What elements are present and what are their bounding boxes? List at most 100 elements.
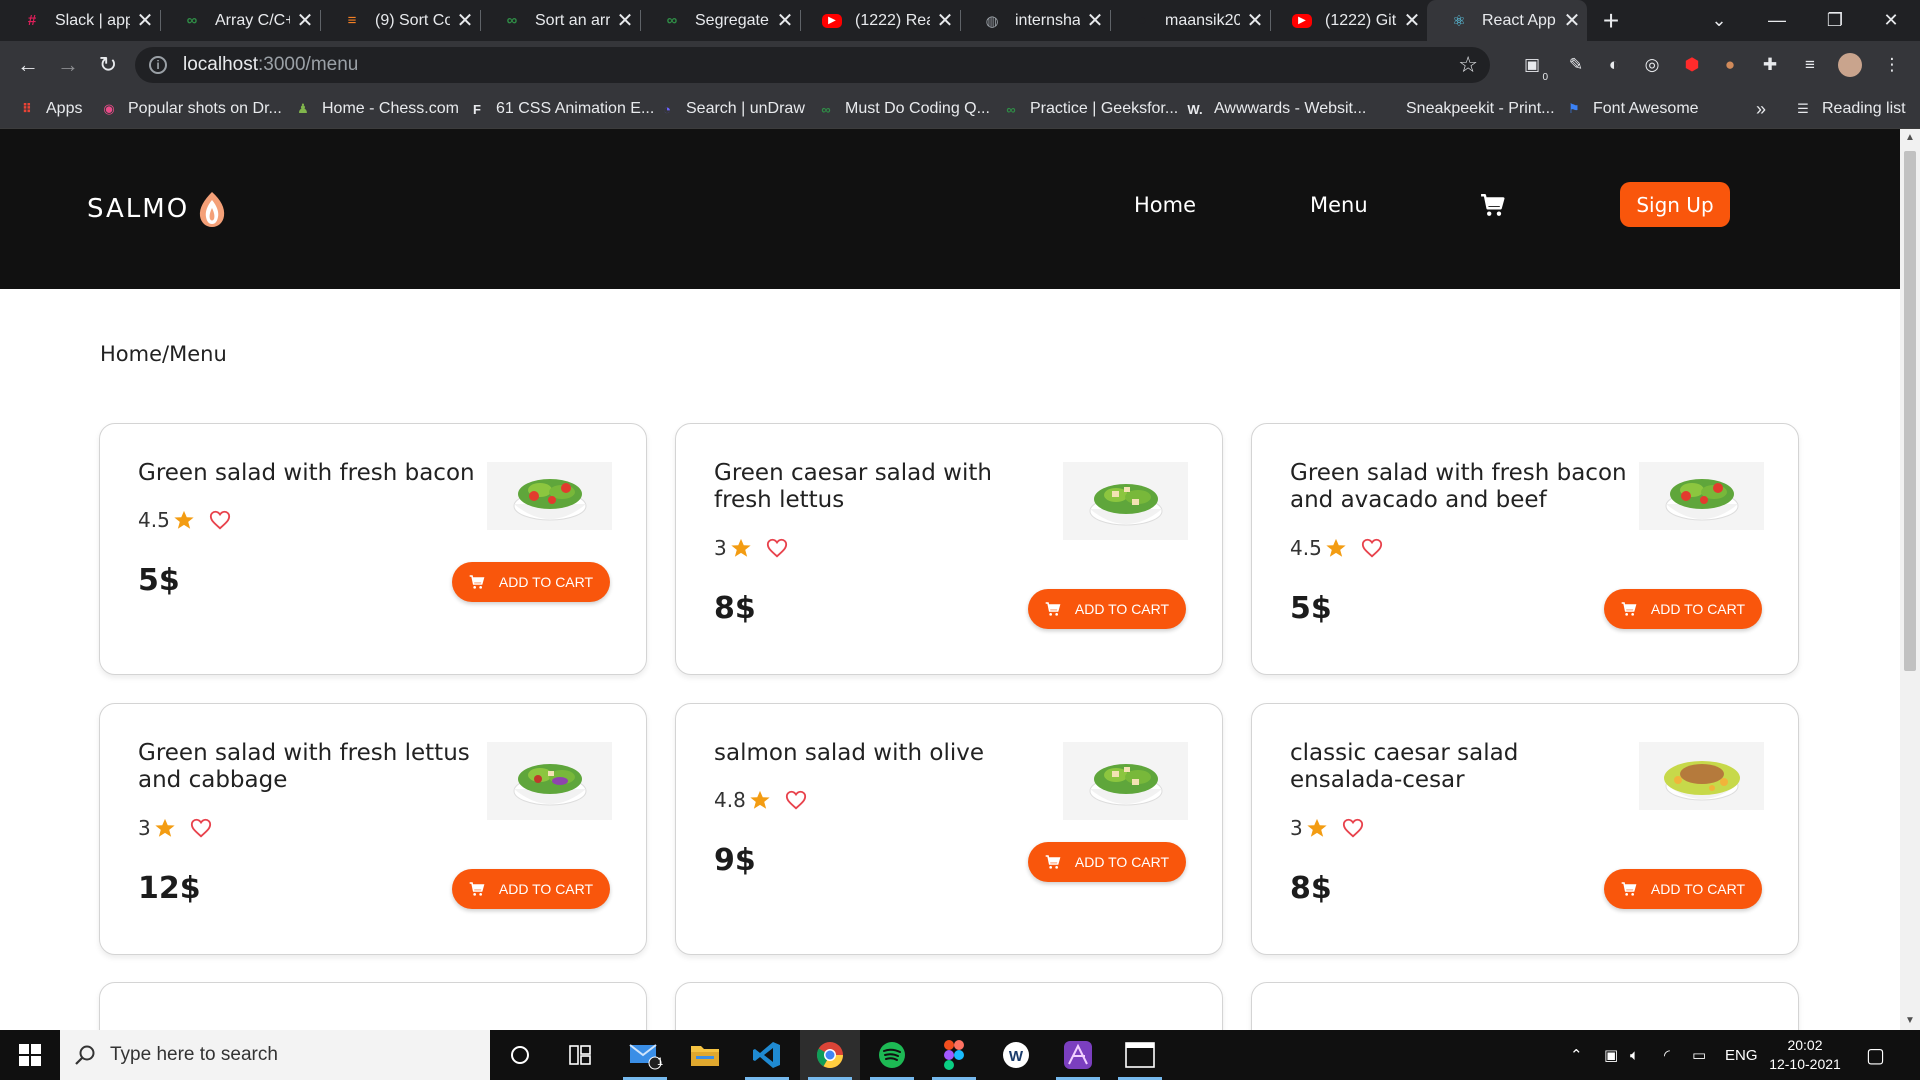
extensions-puzzle-icon[interactable]: ✚ bbox=[1758, 53, 1782, 77]
signup-button[interactable]: Sign Up bbox=[1620, 182, 1730, 227]
tray-overflow-icon[interactable]: ⌃ bbox=[1570, 1030, 1583, 1080]
reading-list-button[interactable]: ☰ Reading list bbox=[1794, 89, 1905, 129]
site-info-icon[interactable]: i bbox=[149, 56, 167, 74]
reload-icon[interactable]: ↻ bbox=[92, 49, 124, 81]
browser-tab[interactable]: ▶ (1222) GitH✕ bbox=[1270, 0, 1427, 41]
chrome-icon[interactable] bbox=[800, 1030, 860, 1080]
add-to-cart-button[interactable]: ADD TO CART bbox=[452, 562, 610, 602]
vscode-icon[interactable] bbox=[737, 1030, 797, 1080]
bookmark-item[interactable]: Sneakpeekit - Print... bbox=[1388, 89, 1555, 129]
browser-tab[interactable]: ≡ (9) Sort Col ✕ bbox=[320, 0, 481, 41]
add-to-cart-button[interactable]: ADD TO CART bbox=[1028, 842, 1186, 882]
bookmark-item[interactable]: ♟ Home - Chess.com bbox=[294, 89, 459, 129]
battery-icon[interactable]: ▭ bbox=[1692, 1030, 1706, 1080]
wifi-icon[interactable]: ◜ bbox=[1664, 1030, 1670, 1080]
close-tab-icon[interactable]: ✕ bbox=[930, 8, 960, 33]
bookmark-item[interactable]: W. Awwwards - Websit... bbox=[1186, 89, 1366, 129]
heart-icon[interactable] bbox=[766, 537, 788, 559]
close-tab-icon[interactable]: ✕ bbox=[1397, 8, 1427, 33]
terminal-icon[interactable] bbox=[1110, 1030, 1170, 1080]
close-tab-icon[interactable]: ✕ bbox=[290, 8, 320, 33]
pen-extension-icon[interactable]: ✎ bbox=[1564, 53, 1588, 77]
page-scrollbar[interactable]: ▲ ▼ bbox=[1900, 129, 1920, 1030]
wps-app-icon[interactable]: W bbox=[986, 1030, 1046, 1080]
close-tab-icon[interactable]: ✕ bbox=[610, 8, 640, 33]
figma-icon[interactable] bbox=[924, 1030, 984, 1080]
address-url[interactable]: localhost:3000/menu bbox=[183, 54, 358, 76]
bookmarks-overflow-icon[interactable]: » bbox=[1756, 89, 1766, 129]
bookmark-item[interactable]: ∞ Practice | Geeksfor... bbox=[1002, 89, 1178, 129]
restore-button[interactable]: ❐ bbox=[1806, 0, 1864, 41]
address-bar[interactable]: i localhost:3000/menu ☆ bbox=[135, 47, 1490, 83]
browser-tab[interactable]: ∞ Array C/C+ ✕ bbox=[160, 0, 321, 41]
file-explorer-icon[interactable] bbox=[675, 1030, 735, 1080]
adblock-extension-icon[interactable]: ⬢ bbox=[1680, 53, 1704, 77]
browser-tab[interactable]: ● maansik200✕ bbox=[1110, 0, 1271, 41]
bookmark-item[interactable]: F 61 CSS Animation E... bbox=[468, 89, 654, 129]
browser-menu-icon[interactable]: ⋮ bbox=[1880, 53, 1904, 77]
notification-center-icon[interactable]: ▢ bbox=[1866, 1030, 1885, 1080]
add-to-cart-button[interactable]: ADD TO CART bbox=[1028, 589, 1186, 629]
cookie-extension-icon[interactable]: ● bbox=[1718, 53, 1742, 77]
bookmark-item[interactable]: ⚑ Font Awesome bbox=[1565, 89, 1699, 129]
close-tab-icon[interactable]: ✕ bbox=[450, 8, 480, 33]
bookmark-star-icon[interactable]: ☆ bbox=[1458, 52, 1478, 78]
browser-tab[interactable]: ▶ (1222) Reac✕ bbox=[800, 0, 961, 41]
browser-tab[interactable]: # Slack | app ✕ bbox=[0, 0, 161, 41]
bookmark-item[interactable]: ∞ Must Do Coding Q... bbox=[817, 89, 990, 129]
new-tab-button[interactable]: + bbox=[1594, 4, 1628, 38]
cortana-icon[interactable] bbox=[490, 1030, 550, 1080]
tray-device-icon[interactable]: ▣ bbox=[1604, 1030, 1618, 1080]
browser-tab[interactable]: ⚛ React App ✕ bbox=[1427, 0, 1587, 41]
close-tab-icon[interactable]: ✕ bbox=[770, 8, 800, 33]
close-window-button[interactable]: ✕ bbox=[1862, 0, 1920, 41]
forward-icon[interactable]: → bbox=[52, 49, 84, 81]
geeksforgeeks-icon: ∞ bbox=[821, 101, 831, 117]
heart-icon[interactable] bbox=[1361, 537, 1383, 559]
start-button[interactable] bbox=[0, 1030, 60, 1080]
close-tab-icon[interactable]: ✕ bbox=[1557, 8, 1587, 33]
browser-tab[interactable]: ◍ internshala✕ bbox=[960, 0, 1111, 41]
nav-home-link[interactable]: Home bbox=[1134, 193, 1196, 217]
close-tab-icon[interactable]: ✕ bbox=[130, 8, 160, 33]
minimize-button[interactable]: — bbox=[1748, 0, 1806, 41]
brand-logo[interactable]: SALMO bbox=[87, 190, 227, 228]
task-view-icon[interactable] bbox=[550, 1030, 610, 1080]
media-control-icon[interactable]: ≡ bbox=[1798, 53, 1822, 77]
add-to-cart-button[interactable]: ADD TO CART bbox=[1604, 589, 1762, 629]
heart-icon[interactable] bbox=[1342, 817, 1364, 839]
screenshot-extension-icon[interactable]: ◐ bbox=[1602, 53, 1626, 77]
menu-card: classic caesar salad ensalada-cesar 3 8$ AD… bbox=[1251, 703, 1799, 955]
site-navbar: SALMO Home Menu Sign Up bbox=[0, 129, 1900, 289]
volume-icon[interactable]: 🔈︎ bbox=[1630, 1030, 1639, 1080]
heart-icon[interactable] bbox=[190, 817, 212, 839]
extension-badge-icon[interactable]: ▣ 0 bbox=[1520, 53, 1548, 83]
taskbar-search[interactable]: Type here to search bbox=[60, 1030, 490, 1080]
add-to-cart-button[interactable]: ADD TO CART bbox=[452, 869, 610, 909]
bookmark-label: Font Awesome bbox=[1593, 100, 1699, 117]
mail-app-icon[interactable]: 1 bbox=[615, 1030, 675, 1080]
add-to-cart-button[interactable]: ADD TO CART bbox=[1604, 869, 1762, 909]
target-extension-icon[interactable]: ◎ bbox=[1640, 53, 1664, 77]
tab-search-icon[interactable]: ⌄ bbox=[1690, 0, 1748, 41]
nav-menu-link[interactable]: Menu bbox=[1310, 193, 1368, 217]
heart-icon[interactable] bbox=[209, 509, 231, 531]
bookmark-item[interactable]: ⠿ Apps bbox=[18, 89, 83, 129]
close-tab-icon[interactable]: ✕ bbox=[1080, 8, 1110, 33]
affinity-designer-icon[interactable] bbox=[1048, 1030, 1108, 1080]
close-tab-icon[interactable]: ✕ bbox=[1240, 8, 1270, 33]
spotify-icon[interactable] bbox=[862, 1030, 922, 1080]
scroll-down-icon[interactable]: ▼ bbox=[1900, 1012, 1920, 1030]
browser-tab[interactable]: ∞ Segregate (✕ bbox=[640, 0, 801, 41]
heart-icon[interactable] bbox=[785, 789, 807, 811]
scroll-up-icon[interactable]: ▲ bbox=[1900, 129, 1920, 147]
cart-icon[interactable] bbox=[1480, 192, 1506, 218]
bookmark-item[interactable]: ◔ Search | unDraw bbox=[658, 89, 805, 129]
profile-avatar[interactable] bbox=[1838, 53, 1862, 77]
taskbar-clock[interactable]: 20:02 12-10-2021 bbox=[1760, 1036, 1850, 1074]
browser-tab[interactable]: ∞ Sort an arra✕ bbox=[480, 0, 641, 41]
scrollbar-thumb[interactable] bbox=[1904, 151, 1916, 671]
language-indicator[interactable]: ENG bbox=[1725, 1030, 1758, 1080]
bookmark-item[interactable]: ◉ Popular shots on Dr... bbox=[100, 89, 282, 129]
back-icon[interactable]: ← bbox=[12, 49, 44, 81]
